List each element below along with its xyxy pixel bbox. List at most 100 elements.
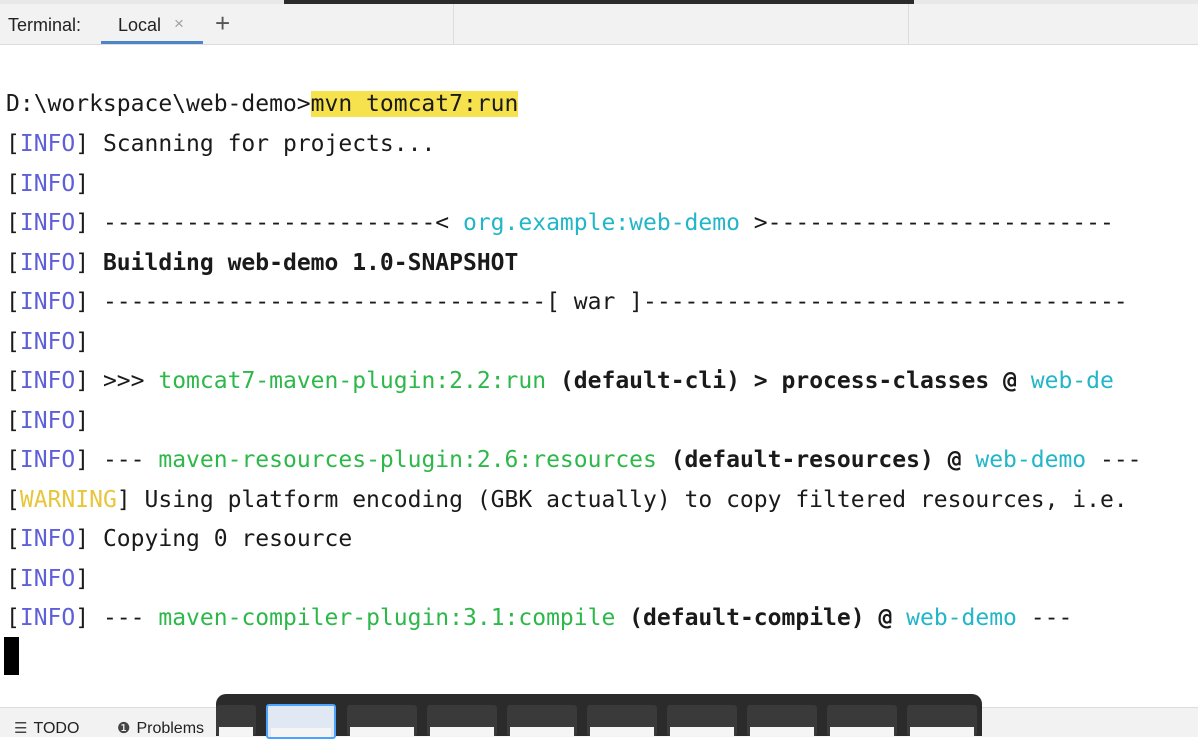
problems-label: Problems — [136, 720, 205, 737]
log-line: [INFO] Copying 0 resource — [6, 522, 352, 556]
log-text: Building web-demo 1.0-SNAPSHOT — [89, 250, 519, 276]
log-text: --- — [1016, 605, 1073, 631]
prompt-path: D:\workspace\web-demo> — [6, 91, 311, 117]
plugin-goal: maven-compiler-plugin:3.1:compile — [158, 605, 616, 631]
log-text: (default-resources) @ — [656, 447, 976, 473]
prompt-line: D:\workspace\web-demo>mvn tomcat7:run — [6, 87, 519, 121]
bracket: [ — [6, 487, 20, 513]
log-line: [INFO] ------------------------< org.exa… — [6, 206, 1114, 240]
bracket: [ — [6, 171, 20, 197]
log-text: ------------------------< — [89, 210, 463, 236]
bracket: ] — [75, 447, 90, 473]
bracket: ] — [75, 131, 90, 157]
log-text: (default-compile) @ — [615, 605, 907, 631]
log-text: --- — [1086, 447, 1142, 473]
log-line: [INFO] --- maven-compiler-plugin:3.1:com… — [6, 601, 1072, 635]
log-text: (default-cli) > process-classes @ — [546, 368, 1031, 394]
log-line: [INFO] >>> tomcat7-maven-plugin:2.2:run … — [6, 364, 1114, 398]
info-tag: INFO — [19, 289, 76, 315]
log-line: [WARNING] Using platform encoding (GBK a… — [6, 483, 1128, 517]
window-thumbnail[interactable] — [427, 705, 497, 736]
log-text: Scanning for projects... — [89, 131, 436, 157]
window-thumbnail[interactable] — [216, 705, 256, 736]
warning-tag: WARNING — [19, 487, 117, 513]
log-text: --- — [89, 447, 159, 473]
command-text: mvn tomcat7:run — [310, 91, 519, 117]
task-switcher — [216, 694, 982, 739]
close-icon[interactable]: × — [174, 14, 184, 34]
artifact-id: web-demo — [906, 605, 1017, 631]
bracket: ] — [75, 526, 90, 552]
info-tag: INFO — [19, 447, 76, 473]
log-line: [INFO] Scanning for projects... — [6, 127, 435, 161]
tab-local-label: Local — [118, 15, 162, 35]
plugin-goal: maven-resources-plugin:2.6:resources — [158, 447, 657, 473]
bracket: [ — [6, 131, 20, 157]
log-text: --- — [89, 605, 159, 631]
tab-bar-divider — [908, 4, 909, 44]
bracket: [ — [6, 605, 20, 631]
terminal-output[interactable]: D:\workspace\web-demo>mvn tomcat7:run [I… — [0, 45, 1198, 695]
tab-local[interactable]: Local × — [101, 4, 203, 44]
window-thumbnail[interactable] — [907, 705, 977, 736]
log-line: [INFO] Building web-demo 1.0-SNAPSHOT — [6, 246, 518, 280]
log-text: --------------------------------[ war ]-… — [89, 289, 1128, 315]
info-tag: INFO — [19, 131, 76, 157]
bracket: ] — [75, 289, 90, 315]
bracket: ] — [75, 368, 90, 394]
bracket: [ — [6, 210, 20, 236]
log-text: Copying 0 resource — [89, 526, 353, 552]
bracket: ] — [75, 566, 90, 592]
warning-circle-icon: ❶ — [117, 720, 131, 737]
window-thumbnail[interactable] — [347, 705, 417, 736]
problems-tab[interactable]: ❶ Problems — [117, 719, 204, 738]
bracket: ] — [75, 171, 90, 197]
bracket: ] — [75, 250, 90, 276]
bracket: [ — [6, 566, 20, 592]
bracket: ] — [75, 408, 90, 434]
todo-tab[interactable]: ☰ TODO — [14, 719, 79, 738]
bracket: ] — [75, 210, 90, 236]
window-thumbnail[interactable] — [747, 705, 817, 736]
bracket: ] — [75, 605, 90, 631]
info-tag: INFO — [19, 329, 76, 355]
window-thumbnail[interactable] — [667, 705, 737, 736]
info-tag: INFO — [19, 210, 76, 236]
info-tag: INFO — [19, 250, 76, 276]
bracket: [ — [6, 289, 20, 315]
window-thumbnail[interactable] — [587, 705, 657, 736]
info-tag: INFO — [19, 368, 76, 394]
bracket: [ — [6, 447, 20, 473]
log-line: [INFO] — [6, 562, 89, 596]
window-thumbnail[interactable] — [827, 705, 897, 736]
bracket: [ — [6, 368, 20, 394]
bracket: [ — [6, 329, 20, 355]
info-tag: INFO — [19, 605, 76, 631]
window-thumbnail[interactable] — [507, 705, 577, 736]
info-tag: INFO — [19, 526, 76, 552]
bracket: [ — [6, 408, 20, 434]
todo-label: TODO — [33, 720, 80, 737]
terminal-tab-bar: Terminal: Local × + — [0, 4, 1198, 45]
log-text: Using platform encoding (GBK actually) t… — [130, 487, 1128, 513]
info-tag: INFO — [19, 171, 76, 197]
terminal-title: Terminal: — [8, 15, 82, 35]
bracket: [ — [6, 526, 20, 552]
bracket: ] — [116, 487, 131, 513]
tab-bar-divider — [453, 4, 454, 44]
info-tag: INFO — [19, 408, 76, 434]
log-text: >------------------------- — [739, 210, 1114, 236]
log-line: [INFO] --- maven-resources-plugin:2.6:re… — [6, 443, 1142, 477]
artifact-id: org.example:web-demo — [462, 210, 740, 236]
artifact-id: web-demo — [975, 447, 1087, 473]
log-line: [INFO] — [6, 325, 89, 359]
list-icon: ☰ — [14, 720, 28, 737]
plugin-goal: tomcat7-maven-plugin:2.2:run — [158, 368, 547, 394]
info-tag: INFO — [19, 566, 76, 592]
text-cursor — [4, 637, 19, 675]
log-text: >>> — [89, 368, 159, 394]
log-line: [INFO] --------------------------------[… — [6, 285, 1128, 319]
add-tab-icon[interactable]: + — [215, 9, 230, 37]
window-thumbnail[interactable] — [266, 704, 336, 739]
log-line: [INFO] — [6, 167, 89, 201]
